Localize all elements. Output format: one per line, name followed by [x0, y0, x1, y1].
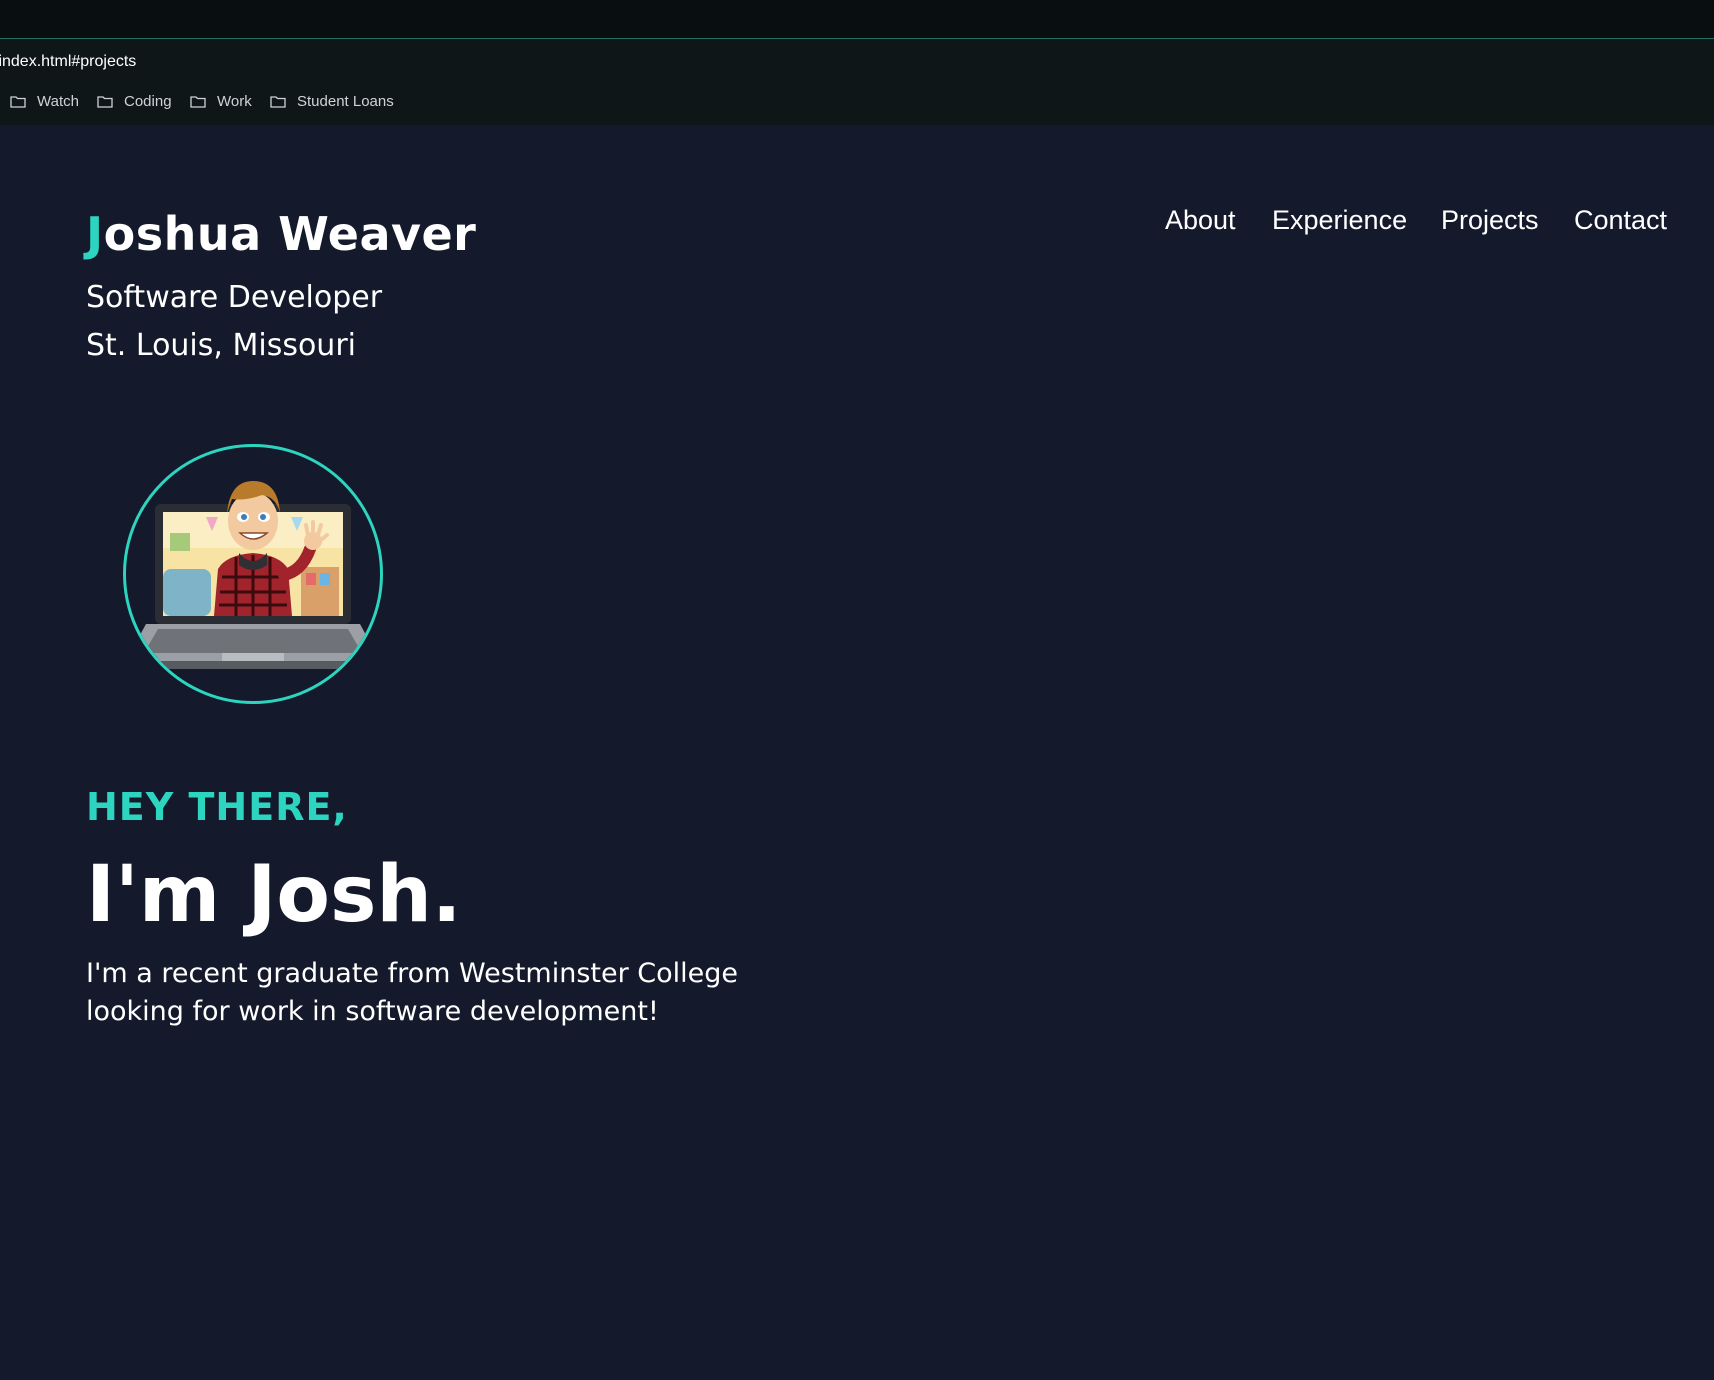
hero-headline: I'm Josh.	[86, 850, 462, 940]
greeting: HEY THERE,	[86, 785, 348, 829]
bookmark-student-loans[interactable]: Student Loans	[270, 93, 394, 110]
bookmarks-bar: Watch Coding Work Student Loans	[0, 77, 1714, 125]
folder-icon	[270, 96, 286, 108]
nav-contact[interactable]: Contact	[1574, 205, 1667, 236]
url-text[interactable]: /index.html#projects	[0, 53, 136, 71]
address-bar[interactable]: /index.html#projects	[0, 39, 1714, 77]
location: St. Louis, Missouri	[86, 328, 356, 363]
browser-titlebar	[0, 0, 1714, 39]
bookmark-coding[interactable]: Coding	[97, 93, 172, 110]
bookmark-work[interactable]: Work	[190, 93, 252, 110]
bookmark-label: Watch	[37, 93, 79, 110]
folder-icon	[190, 96, 206, 108]
avatar	[123, 444, 383, 704]
nav-experience[interactable]: Experience	[1272, 205, 1407, 236]
site-name[interactable]: Joshua Weaver	[86, 207, 476, 261]
nav-projects[interactable]: Projects	[1441, 205, 1539, 236]
name-first-letter: J	[86, 207, 104, 261]
bookmark-label: Work	[217, 93, 252, 110]
bookmark-label: Coding	[124, 93, 172, 110]
bookmark-label: Student Loans	[297, 93, 394, 110]
nav-about[interactable]: About	[1165, 205, 1236, 236]
folder-icon	[97, 96, 113, 108]
name-rest: oshua Weaver	[103, 207, 477, 261]
job-title: Software Developer	[86, 280, 383, 315]
intro-text: I'm a recent graduate from Westminster C…	[86, 958, 739, 1027]
bookmark-watch[interactable]: Watch	[10, 93, 79, 110]
bitmoji-laptop-illustration	[126, 481, 380, 669]
portfolio-page: Joshua Weaver Software Developer St. Lou…	[0, 125, 1714, 1380]
folder-icon	[10, 96, 26, 108]
